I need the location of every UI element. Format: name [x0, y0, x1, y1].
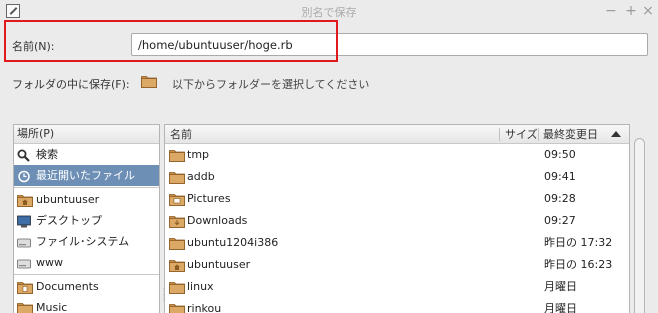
- folder-icon[interactable]: [141, 74, 157, 88]
- file-modified: 09:50: [544, 148, 576, 161]
- window-title: 別名で保存: [301, 6, 357, 19]
- recent-icon: [17, 169, 31, 183]
- place-item-www[interactable]: www: [14, 252, 159, 273]
- file-list-header: 名前 サイズ 最終変更日: [165, 125, 629, 144]
- file-modified: 昨日の 17:32: [544, 236, 613, 249]
- file-name: ubuntu1204i386: [187, 236, 279, 249]
- file-row[interactable]: ubuntuuser 昨日の 16:23: [165, 254, 629, 276]
- column-divider[interactable]: [499, 128, 500, 141]
- file-modified: 昨日の 16:23: [544, 258, 613, 271]
- file-name: rinkou: [187, 302, 222, 313]
- divider: [14, 274, 159, 275]
- desktop-icon: [17, 214, 31, 228]
- place-item-search[interactable]: 検索: [14, 144, 159, 165]
- place-item-recent[interactable]: 最近開いたファイル: [14, 165, 159, 186]
- divider: [14, 187, 159, 188]
- file-modified: 09:27: [544, 214, 576, 227]
- folder-icon: [169, 302, 185, 313]
- close-button[interactable]: ×: [641, 2, 655, 20]
- file-list: 名前 サイズ 最終変更日 tmp 09:50 addb 09:41 Pictur…: [164, 124, 630, 313]
- place-item-desktop[interactable]: デスクトップ: [14, 210, 159, 231]
- file-modified: 月曜日: [544, 302, 577, 313]
- file-row[interactable]: linux 月曜日: [165, 276, 629, 298]
- column-header-name[interactable]: 名前: [170, 125, 192, 144]
- file-name: Downloads: [187, 214, 248, 227]
- name-label: 名前(N):: [12, 40, 55, 53]
- file-row[interactable]: addb 09:41: [165, 166, 629, 188]
- search-icon: [17, 148, 31, 162]
- title-bar: 別名で保存 − + ×: [0, 0, 658, 22]
- file-modified: 09:28: [544, 192, 576, 205]
- file-row[interactable]: rinkou 月曜日: [165, 298, 629, 313]
- file-row[interactable]: Pictures 09:28: [165, 188, 629, 210]
- file-name: Pictures: [187, 192, 231, 205]
- file-row[interactable]: ubuntu1204i386 昨日の 17:32: [165, 232, 629, 254]
- file-modified: 09:41: [544, 170, 576, 183]
- drive-icon: [17, 256, 31, 269]
- scrollbar-thumb[interactable]: [634, 138, 645, 313]
- sort-ascending-icon[interactable]: [611, 131, 621, 137]
- folder-prompt: 以下からフォルダーを選択してください: [172, 78, 370, 91]
- place-label: www: [36, 256, 63, 269]
- places-header[interactable]: 場所(P): [14, 125, 159, 144]
- maximize-button[interactable]: +: [624, 2, 638, 20]
- places-pane: 場所(P) 検索 最近開いたファイル ubuntuuser デスクトップ ファイ…: [13, 124, 160, 313]
- save-in-folder-label: フォルダの中に保存(F):: [12, 78, 130, 91]
- file-row[interactable]: tmp 09:50: [165, 144, 629, 166]
- place-label: 検索: [36, 148, 58, 161]
- file-name: ubuntuuser: [187, 258, 251, 271]
- place-label: 最近開いたファイル: [36, 169, 135, 182]
- file-modified: 月曜日: [544, 280, 577, 293]
- file-list-scrollbar[interactable]: [631, 124, 649, 313]
- place-label: デスクトップ: [36, 214, 102, 227]
- home-folder-icon: [17, 193, 31, 206]
- music-folder-icon: [17, 301, 31, 313]
- place-label: Music: [36, 301, 68, 313]
- column-header-modified[interactable]: 最終変更日: [543, 125, 598, 144]
- documents-folder-icon: [17, 280, 31, 293]
- place-label: ファイル･システム: [36, 235, 130, 248]
- place-label: Documents: [36, 280, 99, 293]
- place-item-music[interactable]: Music: [14, 297, 159, 313]
- place-item-home[interactable]: ubuntuuser: [14, 189, 159, 210]
- filename-input[interactable]: [131, 33, 648, 56]
- minimize-button[interactable]: −: [604, 2, 618, 20]
- place-item-documents[interactable]: Documents: [14, 276, 159, 297]
- file-name: linux: [187, 280, 214, 293]
- file-name: addb: [187, 170, 215, 183]
- file-row[interactable]: Downloads 09:27: [165, 210, 629, 232]
- drive-icon: [17, 235, 31, 248]
- file-name: tmp: [187, 148, 210, 161]
- column-divider[interactable]: [538, 128, 539, 141]
- column-header-size[interactable]: サイズ: [505, 125, 538, 144]
- place-label: ubuntuuser: [36, 193, 100, 206]
- place-item-filesystem[interactable]: ファイル･システム: [14, 231, 159, 252]
